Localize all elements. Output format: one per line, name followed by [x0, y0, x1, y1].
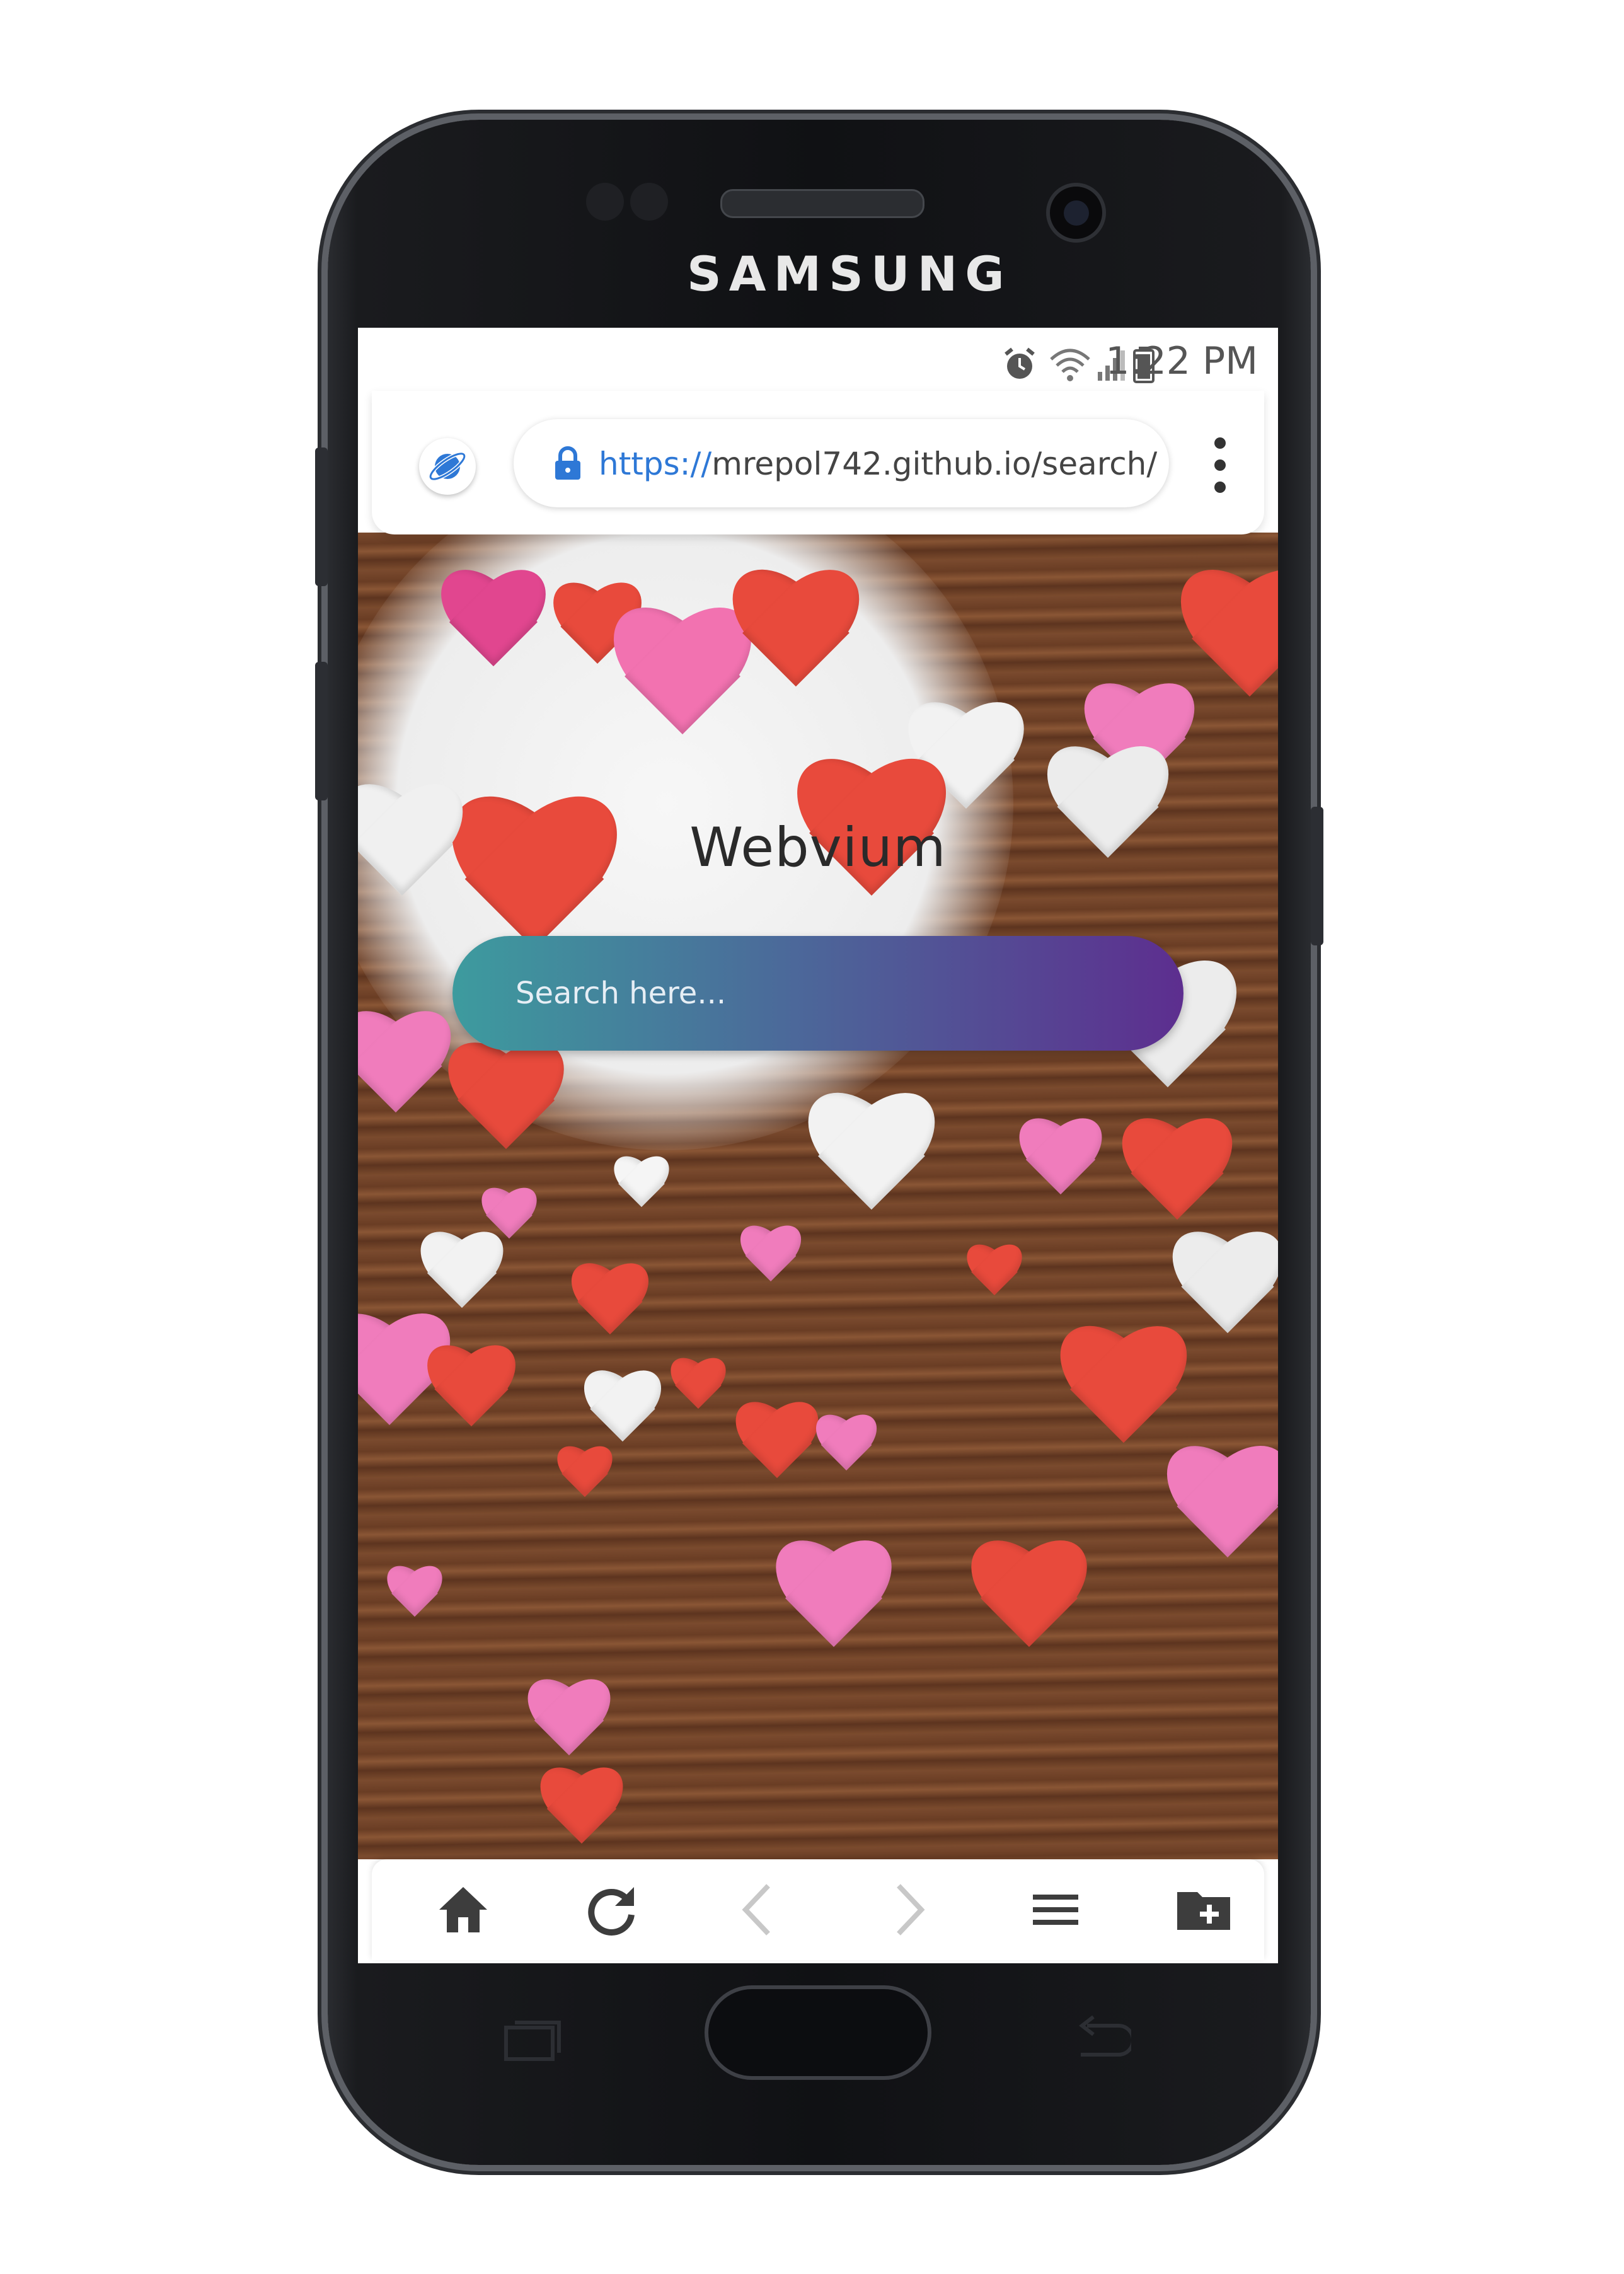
menu-icon[interactable] — [1024, 1878, 1087, 1941]
search-input[interactable] — [452, 936, 1183, 1051]
address-bar: https://mrepol742.github.io/search/ — [372, 391, 1264, 534]
volume-button — [315, 662, 328, 800]
home-button[interactable] — [705, 1985, 931, 2080]
proximity-sensor — [586, 183, 624, 221]
back-icon[interactable] — [728, 1878, 791, 1941]
heart-decoration — [768, 1541, 900, 1673]
recent-apps-button[interactable] — [501, 2014, 564, 2064]
webvium-logo-icon — [429, 451, 466, 482]
page-title: Webvium — [689, 816, 947, 879]
volume-button — [315, 447, 328, 586]
heart-decoration — [963, 1245, 1026, 1308]
heart-decoration — [522, 1680, 616, 1774]
heart-decoration — [534, 1768, 629, 1859]
bottom-navigation-bar — [372, 1859, 1264, 1960]
heart-decoration — [610, 1157, 673, 1220]
heart-decoration — [553, 1446, 616, 1509]
heart-decoration — [963, 1541, 1095, 1673]
heart-decoration — [434, 570, 553, 690]
browser-logo-button[interactable] — [419, 438, 476, 495]
url-scheme: https:// — [599, 446, 712, 482]
heart-decoration — [736, 1226, 805, 1295]
url-field[interactable]: https://mrepol742.github.io/search/ — [514, 419, 1169, 507]
heart-decoration — [566, 1264, 654, 1352]
heart-decoration — [440, 1043, 572, 1175]
heart-decoration — [1158, 1446, 1278, 1585]
heart-decoration — [579, 1371, 667, 1459]
lock-icon — [555, 446, 580, 480]
heart-decoration — [421, 1346, 522, 1446]
heart-decoration — [667, 1358, 730, 1421]
heart-decoration — [383, 1566, 446, 1629]
heart-decoration — [415, 1232, 509, 1327]
status-time: 1:22 PM — [1105, 339, 1258, 383]
heart-decoration — [1114, 1119, 1240, 1245]
wifi-icon — [1050, 349, 1090, 381]
alarm-icon — [1005, 347, 1035, 379]
screen: 1:22 PM https://mrepol742.github.io/sear… — [358, 328, 1278, 1963]
home-icon[interactable] — [432, 1878, 495, 1941]
heart-decoration — [723, 570, 868, 715]
forward-icon[interactable] — [876, 1878, 939, 1941]
more-vert-icon[interactable] — [1211, 434, 1230, 497]
heart-decoration — [1013, 1119, 1108, 1213]
reload-icon[interactable] — [580, 1878, 643, 1941]
power-button — [1311, 807, 1323, 945]
url-host-path: mrepol742.github.io/search/ — [711, 446, 1158, 482]
heart-decoration — [730, 1402, 824, 1497]
status-bar: 1:22 PM — [358, 328, 1278, 391]
heart-decoration — [812, 1415, 881, 1484]
earpiece-speaker — [720, 189, 924, 218]
proximity-sensor — [630, 183, 668, 221]
back-button[interactable] — [1068, 2011, 1131, 2061]
add-bookmark-folder-icon[interactable] — [1172, 1878, 1235, 1941]
front-camera — [1046, 183, 1106, 243]
heart-decoration — [799, 1094, 944, 1238]
page-background: Webvium — [358, 533, 1278, 1859]
url-text: https://mrepol742.github.io/search/ — [599, 446, 1157, 482]
device-brand: SAMSUNG — [687, 246, 1012, 302]
